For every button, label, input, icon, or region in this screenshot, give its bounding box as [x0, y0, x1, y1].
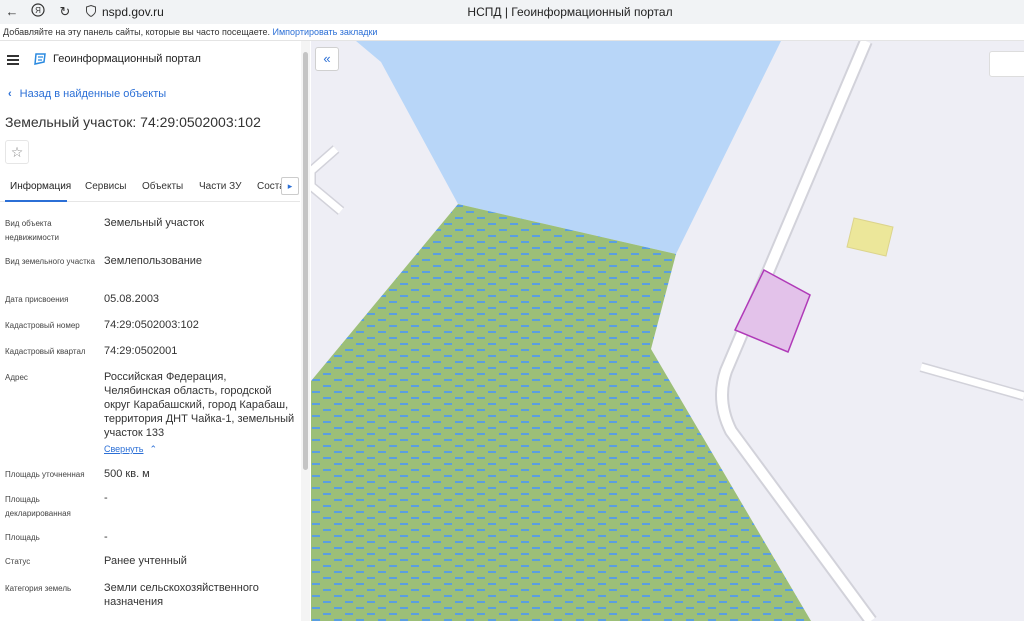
tab-objects[interactable]: Объекты	[142, 181, 183, 192]
map-canvas[interactable]	[311, 41, 1024, 621]
field-value: Земли сельскохозяйственного назначения	[104, 582, 259, 608]
back-label: Назад в найденные объекты	[19, 88, 167, 100]
map-control[interactable]	[989, 51, 1024, 77]
field-label: Площадь	[5, 533, 40, 542]
collapse-panel-button[interactable]: «	[315, 47, 339, 71]
tab-title: НСПД | Геоинформационный портал	[467, 5, 673, 19]
active-tab-indicator	[5, 200, 67, 202]
tab-information[interactable]: Информация	[10, 181, 71, 192]
tab-services[interactable]: Сервисы	[85, 181, 126, 192]
address-bar[interactable]: nspd.gov.ru	[102, 5, 164, 19]
field-label: Дата присвоения	[5, 295, 69, 304]
address-value: Российская Федерация, Челябинская област…	[104, 371, 295, 439]
portal-logo-icon	[34, 53, 46, 65]
yandex-logo-icon: Я	[31, 3, 45, 17]
back-arrow-icon[interactable]: ←	[3, 3, 21, 21]
panel-scrollbar-thumb[interactable]	[303, 52, 308, 470]
field-value: -	[104, 531, 108, 543]
star-icon: ☆	[10, 144, 24, 160]
bookmarks-bar: Добавляйте на эту панель сайты, которые …	[0, 24, 1024, 41]
object-title: Земельный участок: 74:29:0502003:102	[5, 114, 261, 130]
portal-name: Геоинформационный портал	[53, 53, 201, 65]
field-value: 05.08.2003	[104, 293, 160, 305]
yandex-icon[interactable]: Я	[29, 3, 47, 21]
tab-parts[interactable]: Части ЗУ	[199, 181, 241, 192]
wetland-area	[311, 204, 811, 621]
hamburger-menu-icon[interactable]	[7, 55, 19, 65]
field-label: Кадастровый квартал	[5, 347, 86, 356]
collapse-link[interactable]: Свернуть ⌃	[104, 444, 157, 455]
side-road	[920, 363, 1024, 400]
field-value: Ранее учтенный	[104, 555, 187, 567]
info-tabs: Информация Сервисы Объекты Части ЗУ Сост…	[0, 175, 300, 202]
double-chevron-left-icon: «	[323, 51, 331, 66]
field-value: Землепользование	[104, 255, 203, 267]
chevron-right-icon: ▸	[287, 181, 293, 191]
field-label: Кадастровый номер	[5, 321, 80, 330]
field-value: Земельный участок	[104, 217, 205, 229]
back-to-results-link[interactable]: ‹ Назад в найденные объекты	[8, 88, 166, 100]
field-value: 500 кв. м	[104, 468, 150, 480]
import-bookmarks-link[interactable]: Импортировать закладки	[273, 27, 378, 37]
field-label: Адрес	[5, 373, 28, 382]
field-value: 74:29:0502001	[104, 345, 178, 357]
map-svg	[311, 41, 1024, 621]
field-label: Статус	[5, 557, 31, 566]
svg-text:Я: Я	[35, 6, 41, 15]
field-label: Вид земельного участка	[5, 257, 95, 266]
water-area	[356, 41, 781, 254]
field-label: Площадь уточненная	[5, 470, 85, 479]
favorite-button[interactable]: ☆	[5, 140, 29, 164]
bookmarks-hint: Добавляйте на эту панель сайты, которые …	[3, 27, 270, 37]
chevron-up-icon: ⌃	[149, 444, 158, 454]
browser-toolbar: ← Я ↻ nspd.gov.ru НСПД | Геоинформационн…	[0, 0, 1024, 24]
collapse-label: Свернуть	[104, 444, 144, 454]
building[interactable]	[846, 217, 894, 257]
field-label: Вид объекта недвижимости	[5, 219, 59, 242]
field-label: Категория земель	[5, 584, 72, 593]
chevron-left-icon: ‹	[8, 88, 12, 100]
reload-icon[interactable]: ↻	[56, 3, 74, 21]
field-value: 74:29:0502003:102	[104, 319, 199, 331]
object-info-panel: Геоинформационный портал ‹ Назад в найден…	[0, 41, 311, 621]
shield-icon[interactable]	[86, 5, 96, 17]
field-label: Площадь декларированная	[5, 495, 71, 518]
field-value: -	[104, 492, 108, 504]
tabs-next-button[interactable]: ▸	[281, 177, 299, 195]
